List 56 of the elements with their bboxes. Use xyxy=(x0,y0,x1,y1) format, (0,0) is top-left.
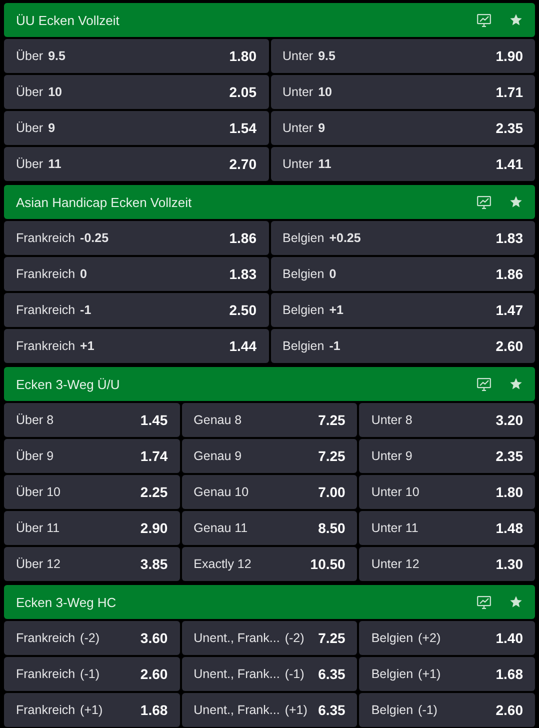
market-title: ÜU Ecken Vollzeit xyxy=(16,12,120,28)
odds-button[interactable]: Über 11 2.70 xyxy=(4,147,268,181)
odds-button[interactable]: Frankreich (-1) 2.60 xyxy=(4,657,180,691)
chart-monitor-icon[interactable] xyxy=(477,14,491,26)
odds-button[interactable]: Unter 11 1.41 xyxy=(270,147,535,181)
odds-button[interactable]: Belgien (+1) 1.68 xyxy=(359,657,535,691)
odds-button[interactable]: Genau 11 8.50 xyxy=(182,511,358,545)
odds-button[interactable]: Unter 9 2.35 xyxy=(359,439,535,473)
odds-button[interactable]: Genau 9 7.25 xyxy=(182,439,358,473)
odds-button[interactable]: Über 12 3.85 xyxy=(4,547,180,581)
chart-monitor-icon[interactable] xyxy=(477,596,491,608)
odds-button[interactable]: Unent., Frank... (+1) 6.35 xyxy=(182,693,358,727)
odds-button[interactable]: Belgien -1 2.60 xyxy=(270,329,535,363)
odds-button[interactable]: Über 9 1.54 xyxy=(4,111,268,145)
odds-button[interactable]: Über 9 1.74 xyxy=(4,439,180,473)
market-header[interactable]: ÜU Ecken Vollzeit xyxy=(4,3,535,37)
odds-button[interactable]: Unter 10 1.71 xyxy=(270,75,535,109)
market-header[interactable]: Ecken 3-Weg Ü/U xyxy=(4,367,535,401)
odds-button[interactable]: Unter 11 1.48 xyxy=(359,511,535,545)
odds-button[interactable]: Belgien +1 1.47 xyxy=(270,293,535,327)
market-title: Ecken 3-Weg HC xyxy=(16,594,118,610)
odds-button[interactable]: Genau 10 7.00 xyxy=(182,475,358,509)
odds-button[interactable]: Über 8 1.45 xyxy=(4,403,180,437)
odds-button[interactable]: Genau 8 7.25 xyxy=(182,403,358,437)
odds-button[interactable]: Frankreich -0.25 1.86 xyxy=(4,221,268,255)
market-header[interactable]: Asian Handicap Ecken Vollzeit xyxy=(4,185,535,219)
odds-button[interactable]: Unter 10 1.80 xyxy=(359,475,535,509)
odds-button[interactable]: Unent., Frank... (-2) 7.25 xyxy=(182,621,358,655)
odds-button[interactable]: Unent., Frank... (-1) 6.35 xyxy=(182,657,358,691)
odds-button[interactable]: Über 10 2.05 xyxy=(4,75,268,109)
market-title: Ecken 3-Weg Ü/U xyxy=(16,376,121,392)
star-icon[interactable] xyxy=(509,13,523,27)
odds-button[interactable]: Unter 8 3.20 xyxy=(359,403,535,437)
market-title: Asian Handicap Ecken Vollzeit xyxy=(16,194,193,210)
odds-button[interactable]: Über 11 2.90 xyxy=(4,511,180,545)
odds-button[interactable]: Belgien (-1) 2.60 xyxy=(359,693,535,727)
odds-button[interactable]: Frankreich +1 1.44 xyxy=(4,329,268,363)
odds-button[interactable]: Frankreich -1 2.50 xyxy=(4,293,268,327)
star-icon[interactable] xyxy=(509,377,523,391)
odds-button[interactable]: Über 10 2.25 xyxy=(4,475,180,509)
odds-button[interactable]: Frankreich (+1) 1.68 xyxy=(4,693,180,727)
odds-button[interactable]: Belgien +0.25 1.83 xyxy=(270,221,535,255)
chart-monitor-icon[interactable] xyxy=(477,378,491,390)
chart-monitor-icon[interactable] xyxy=(477,196,491,208)
odds-button[interactable]: Unter 9.5 1.90 xyxy=(270,39,535,73)
odds-button[interactable]: Über 9.5 1.80 xyxy=(4,39,268,73)
odds-button[interactable]: Exactly 12 10.50 xyxy=(182,547,358,581)
odds-button[interactable]: Unter 9 2.35 xyxy=(270,111,535,145)
odds-button[interactable]: Unter 12 1.30 xyxy=(359,547,535,581)
odds-button[interactable]: Belgien (+2) 1.40 xyxy=(359,621,535,655)
star-icon[interactable] xyxy=(509,195,523,209)
odds-button[interactable]: Belgien 0 1.86 xyxy=(270,257,535,291)
odds-button[interactable]: Frankreich (-2) 3.60 xyxy=(4,621,180,655)
star-icon[interactable] xyxy=(509,595,523,609)
odds-button[interactable]: Frankreich 0 1.83 xyxy=(4,257,268,291)
market-header[interactable]: Ecken 3-Weg HC xyxy=(4,585,535,619)
